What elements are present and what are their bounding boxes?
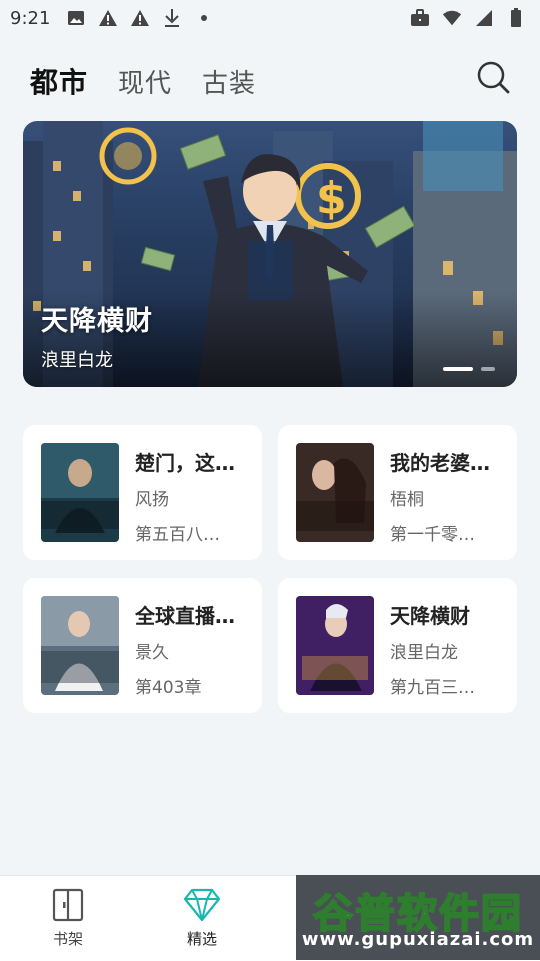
book-card[interactable]: 全球直播… 景久 第403章 [23,578,262,713]
tab-dushi[interactable]: 都市 [30,61,88,101]
carousel-dot-active [443,367,473,371]
warning-icon [98,8,118,28]
download-icon [162,8,182,28]
signal-icon [474,8,494,28]
nav-label: 书架 [52,930,83,948]
book-cover [296,596,374,695]
tab-xiandai[interactable]: 现代 [118,63,172,100]
book-card[interactable]: 我的老婆… 梧桐 第一千零… [278,425,517,560]
svg-text:$: $ [316,173,347,224]
featured-banner[interactable]: $ 天降横财 浪里白龙 [23,121,517,387]
carousel-indicator [443,367,495,371]
carousel-dot [481,367,495,371]
book-title: 楚门，这… [135,451,235,475]
search-button[interactable] [476,60,512,96]
book-author: 景久 [135,643,169,663]
book-cover [41,443,119,542]
search-icon [477,61,510,94]
nav-featured[interactable]: 精选 [162,888,242,949]
category-tabs: 都市 现代 古装 [30,60,256,102]
book-chapter: 第九百三… [390,678,475,698]
book-chapter: 第五百八… [135,525,220,545]
wifi-icon [442,8,462,28]
status-bar: 9:21 [0,0,540,36]
image-icon [66,8,86,28]
book-card[interactable]: 天降横财 浪里白龙 第九百三… [278,578,517,713]
book-card[interactable]: 楚门，这… 风扬 第五百八… [23,425,262,560]
banner-author: 浪里白龙 [41,350,113,371]
book-title: 天降横财 [390,604,470,628]
book-author: 浪里白龙 [390,643,458,663]
book-author: 梧桐 [390,490,424,510]
watermark-url: www.gupuxiazai.com [301,929,535,950]
warning-icon [130,8,150,28]
status-time: 9:21 [10,7,51,29]
book-cover [296,443,374,542]
book-title: 全球直播… [135,604,235,628]
battery-icon [506,8,526,28]
book-title: 我的老婆… [390,451,490,475]
book-cover [41,596,119,695]
book-author: 风扬 [135,490,169,510]
site-watermark: 谷普软件园 www.gupuxiazai.com [296,875,540,960]
briefcase-icon [410,8,430,28]
dot-icon [194,8,214,28]
nav-bookshelf[interactable]: 书架 [28,888,108,949]
banner-title: 天降横财 [41,306,153,337]
bookshelf-icon [52,888,84,922]
nav-label: 精选 [186,930,217,948]
diamond-icon [183,888,221,922]
book-chapter: 第403章 [135,678,202,698]
book-chapter: 第一千零… [390,525,475,545]
tab-guzhuang[interactable]: 古装 [202,63,256,100]
